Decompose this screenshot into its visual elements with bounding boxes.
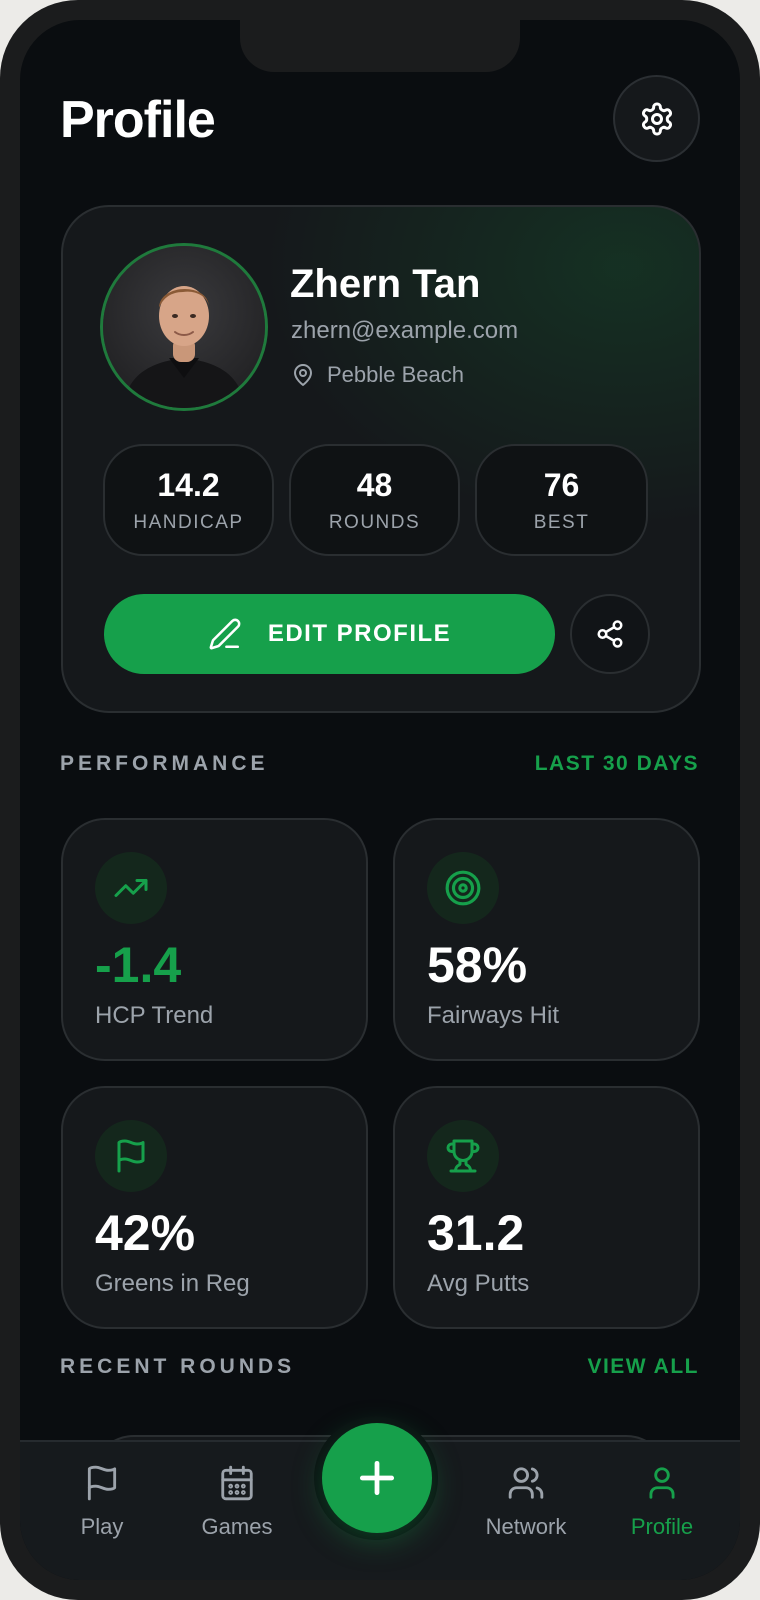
users-icon bbox=[508, 1467, 544, 1499]
flag-icon bbox=[87, 1465, 117, 1501]
user-email: zhern@example.com bbox=[291, 317, 519, 344]
calendar-icon bbox=[221, 1465, 253, 1501]
target-icon bbox=[445, 870, 481, 906]
page-title: Profile bbox=[60, 91, 216, 149]
add-round-button[interactable] bbox=[322, 1423, 432, 1533]
metric-icon-badge bbox=[95, 1120, 167, 1192]
stat-handicap: 14.2 HANDICAP bbox=[103, 444, 274, 556]
stat-best: 76 BEST bbox=[475, 444, 648, 556]
map-pin-icon bbox=[294, 364, 312, 386]
phone-frame: Profile Zhern Tan zhern@example.com Pebb… bbox=[0, 0, 760, 1600]
pencil-icon bbox=[209, 618, 241, 650]
metric-value: 42% bbox=[95, 1205, 196, 1261]
metric-card-putts[interactable]: 31.2 Avg Putts bbox=[393, 1086, 700, 1329]
trending-up-icon bbox=[114, 879, 148, 897]
metric-card-fairways[interactable]: 58% Fairways Hit bbox=[393, 818, 700, 1061]
stat-rounds: 48 ROUNDS bbox=[289, 444, 460, 556]
location-label: Pebble Beach bbox=[327, 362, 464, 387]
flag-icon bbox=[117, 1139, 145, 1173]
metric-label: HCP Trend bbox=[95, 1002, 214, 1029]
metric-card-greens[interactable]: 42% Greens in Reg bbox=[61, 1086, 368, 1329]
metric-icon-badge bbox=[427, 852, 499, 924]
stat-label: ROUNDS bbox=[328, 511, 421, 533]
edit-profile-label: EDIT PROFILE bbox=[267, 620, 452, 647]
nav-item-profile[interactable]: Profile bbox=[602, 1464, 722, 1554]
metric-value: -1.4 bbox=[95, 937, 182, 993]
metric-label: Fairways Hit bbox=[427, 1002, 560, 1029]
nav-label: Play bbox=[80, 1514, 124, 1539]
nav-label: Network bbox=[485, 1514, 567, 1539]
metric-value: 58% bbox=[427, 937, 528, 993]
stat-value: 48 bbox=[356, 466, 393, 503]
metric-label: Greens in Reg bbox=[95, 1270, 250, 1297]
edit-profile-button[interactable]: EDIT PROFILE bbox=[104, 594, 555, 674]
avatar[interactable] bbox=[100, 243, 268, 411]
view-all-link[interactable]: VIEW ALL bbox=[587, 1355, 699, 1379]
stat-value: 14.2 bbox=[157, 466, 220, 503]
stat-label: BEST bbox=[533, 511, 590, 533]
metric-icon-badge bbox=[95, 852, 167, 924]
nav-item-games[interactable]: Games bbox=[177, 1464, 297, 1554]
settings-button[interactable] bbox=[613, 75, 700, 162]
performance-heading: PERFORMANCE bbox=[60, 752, 269, 775]
avatar-portrait bbox=[103, 246, 265, 408]
gear-icon bbox=[641, 102, 672, 135]
user-name: Zhern Tan bbox=[290, 262, 481, 306]
stat-label: HANDICAP bbox=[133, 511, 244, 533]
user-icon bbox=[649, 1467, 675, 1499]
device-notch bbox=[240, 20, 520, 72]
nav-label: Profile bbox=[630, 1514, 694, 1539]
user-location: Pebble Beach bbox=[291, 362, 464, 388]
metric-value: 31.2 bbox=[427, 1205, 525, 1261]
metric-label: Avg Putts bbox=[427, 1270, 530, 1297]
metric-card-hcp-trend[interactable]: -1.4 HCP Trend bbox=[61, 818, 368, 1061]
profile-card: Zhern Tan zhern@example.com Pebble Beach… bbox=[61, 205, 701, 713]
share-icon bbox=[597, 620, 623, 648]
date-range-filter[interactable]: LAST 30 DAYS bbox=[535, 752, 699, 776]
plus-icon bbox=[359, 1460, 395, 1496]
stat-value: 76 bbox=[543, 466, 580, 503]
nav-item-network[interactable]: Network bbox=[466, 1464, 586, 1554]
share-button[interactable] bbox=[570, 594, 650, 674]
app-screen: Profile Zhern Tan zhern@example.com Pebb… bbox=[20, 20, 740, 1580]
recent-rounds-heading: RECENT ROUNDS bbox=[60, 1355, 296, 1378]
nav-label: Games bbox=[201, 1514, 273, 1539]
nav-item-play[interactable]: Play bbox=[42, 1464, 162, 1554]
metric-icon-badge bbox=[427, 1120, 499, 1192]
trophy-icon bbox=[446, 1139, 480, 1173]
